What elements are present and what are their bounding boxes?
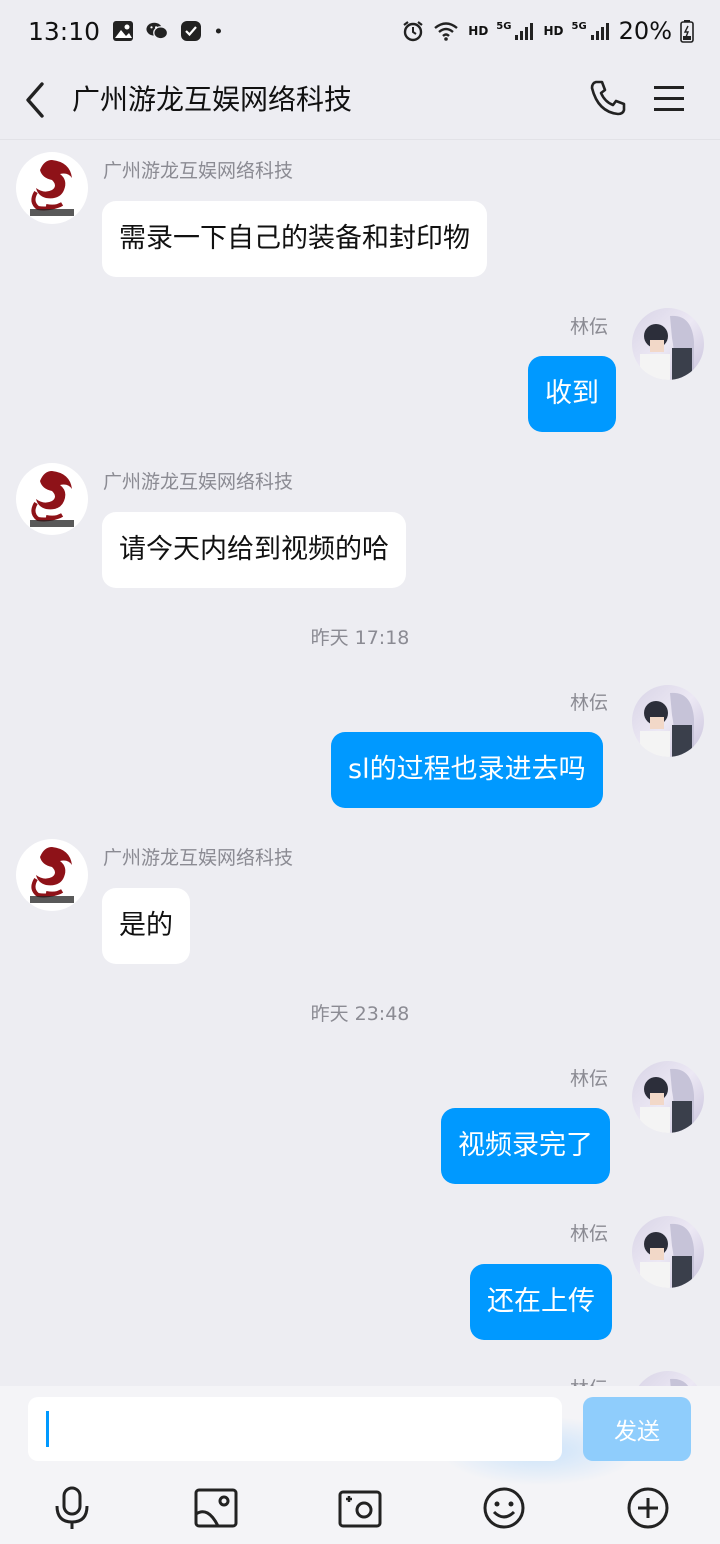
chat-header: 广州游龙互娱网络科技 [0,62,720,140]
wechat-icon [146,22,169,40]
battery-percent: 20% [618,17,672,45]
user-avatar[interactable] [632,1061,704,1133]
status-bar: 13:10 HD 5G HD 5G 20% [0,0,720,62]
sender-name: 林伝 [570,316,609,338]
plus-icon[interactable] [624,1484,672,1532]
microphone-icon[interactable] [48,1484,96,1532]
input-bar: 发送 [0,1386,720,1544]
send-button[interactable]: 发送 [583,1397,691,1461]
check-app-icon [181,21,202,41]
emoji-icon[interactable] [480,1484,528,1532]
message-bubble[interactable]: 需录一下自己的装备和封印物 [102,201,487,277]
message-bubble[interactable]: sl的过程也录进去吗 [331,732,603,808]
phone-icon[interactable] [586,76,630,120]
gallery-icon [113,21,134,41]
network-5g-2: 5G [571,20,587,32]
message-bubble[interactable]: 视频录完了 [441,1108,610,1184]
menu-icon[interactable] [650,78,690,118]
sender-name: 广州游龙互娱网络科技 [103,160,294,182]
user-avatar[interactable] [632,1216,704,1288]
chat-title: 广州游龙互娱网络科技 [72,83,353,116]
camera-icon[interactable] [336,1484,384,1532]
anime-avatar-icon [640,1068,694,1133]
network-hd-1: HD [468,24,489,38]
timestamp: 昨天 23:48 [310,1003,410,1025]
dragon-logo-icon [30,847,74,903]
message-bubble[interactable]: 请今天内给到视频的哈 [102,512,406,588]
network-hd-2: HD [543,24,564,38]
image-icon[interactable] [192,1484,240,1532]
sender-name: 林伝 [570,1068,609,1090]
status-time: 13:10 [28,16,101,46]
signal-icon [590,23,609,40]
anime-avatar-icon [640,1223,694,1288]
dot-icon [215,28,222,34]
battery-icon [680,20,694,43]
dragon-logo-icon [30,471,74,527]
text-caret [46,1411,49,1447]
timestamp: 昨天 17:18 [310,627,410,649]
user-avatar[interactable] [632,308,704,380]
network-5g-1: 5G [496,20,512,32]
message-input[interactable] [28,1397,562,1461]
message-bubble[interactable]: 还在上传 [470,1264,612,1340]
sender-name: 林伝 [570,1223,609,1245]
company-avatar[interactable] [16,152,88,224]
dragon-logo-icon [30,160,74,216]
user-avatar[interactable] [632,685,704,757]
sender-name: 广州游龙互娱网络科技 [103,847,294,869]
message-bubble[interactable]: 收到 [528,356,616,432]
company-avatar[interactable] [16,839,88,911]
signal-icon [515,23,534,40]
anime-avatar-icon [640,692,694,757]
wifi-icon [434,22,459,41]
sender-name: 广州游龙互娱网络科技 [103,471,294,493]
alarm-icon [403,21,423,42]
sender-name: 林伝 [570,692,609,714]
back-arrow-icon[interactable] [20,78,50,122]
message-bubble[interactable]: 是的 [102,888,190,964]
company-avatar[interactable] [16,463,88,535]
anime-avatar-icon [640,315,694,380]
